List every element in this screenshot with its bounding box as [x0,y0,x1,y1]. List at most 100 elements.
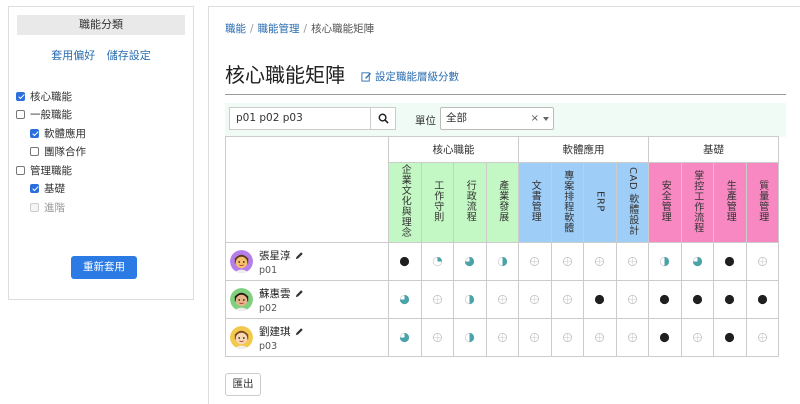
competency-column-header[interactable]: 行政流程 [453,162,487,243]
edit-level-score-link[interactable]: 設定職能層級分數 [361,69,459,84]
competency-column-header[interactable]: 掌控工作流程 [680,162,714,243]
matrix-cell[interactable] [713,318,747,357]
matrix-cell[interactable] [518,280,552,319]
matrix-cell[interactable] [648,318,682,357]
pencil-icon[interactable] [295,327,304,336]
matrix-cell[interactable] [583,280,617,319]
matrix-cell[interactable] [485,280,519,319]
matrix-cell[interactable] [518,318,552,357]
tree-item[interactable]: 基礎 [16,180,86,199]
competency-matrix: 核心職能 軟體應用 基礎 企業文化與理念 工作守則 行政流程 產業發展 文書管理 專案排程軟體 E… [225,136,779,357]
tree-item[interactable]: 軟體應用 [16,124,86,143]
level-icon [465,256,475,267]
tree-item-label: 核心職能 [30,90,72,103]
matrix-cell[interactable] [388,242,422,281]
matrix-cell[interactable] [745,318,779,357]
competency-column-header[interactable]: 企業文化與理念 [388,162,422,243]
matrix-cell[interactable] [583,242,617,281]
tree-item[interactable]: 核心職能 [16,87,86,106]
level-icon [562,256,572,267]
competency-column-header[interactable]: 安全管理 [648,162,682,243]
breadcrumb-item-current: 核心職能矩陣 [311,23,375,35]
breadcrumb-item-competency[interactable]: 職能 [225,23,246,35]
pencil-icon[interactable] [295,251,304,260]
level-icon [497,332,507,343]
search-button[interactable] [370,107,396,130]
matrix-cell[interactable] [713,242,747,281]
level-icon [660,256,670,267]
level-icon [692,256,702,267]
breadcrumb-item-management[interactable]: 職能管理 [258,23,300,35]
tree-checkbox[interactable] [16,110,25,120]
matrix-cell[interactable] [583,318,617,357]
matrix-cell[interactable] [648,280,682,319]
matrix-cell[interactable] [420,280,454,319]
matrix-cell[interactable] [453,242,487,281]
competency-column-header[interactable]: 文書管理 [518,162,552,243]
matrix-cell[interactable] [680,242,714,281]
tree-item-label: 團隊合作 [44,146,86,159]
tree-checkbox[interactable] [30,128,39,138]
unit-select[interactable]: 全部 × [440,107,554,130]
competency-column-label: 企業文化與理念 [399,164,411,238]
competency-column-header[interactable]: 生產管理 [713,162,747,243]
competency-column-label: 專案排程軟體 [561,169,573,233]
matrix-cell[interactable] [518,242,552,281]
unit-label: 單位 [415,115,436,127]
matrix-cell[interactable] [615,318,649,357]
search-input[interactable]: p01 p02 p03 [229,107,370,130]
matrix-cell[interactable] [550,280,584,319]
chevron-down-icon[interactable] [543,117,549,121]
matrix-cell[interactable] [453,280,487,319]
tree-item[interactable]: 進階 [16,198,86,217]
tree-item[interactable]: 一般職能 [16,106,86,125]
edit-icon [361,72,372,82]
competency-column-header[interactable]: CAD 軟體設計 [615,162,649,243]
matrix-cell[interactable] [550,242,584,281]
save-settings-link[interactable]: 儲存設定 [107,49,151,62]
table-row: 劉建琪 p03 [225,318,779,357]
level-icon [595,294,605,305]
matrix-cell[interactable] [485,242,519,281]
matrix-cell[interactable] [485,318,519,357]
level-icon [660,332,670,343]
competency-column-label: 質量管理 [756,180,768,222]
tree-checkbox[interactable] [30,184,39,194]
search-icon [378,113,389,124]
tree-checkbox[interactable] [16,91,25,101]
matrix-cell[interactable] [420,318,454,357]
matrix-cell[interactable] [615,280,649,319]
category-tree: 核心職能一般職能 軟體應用團隊合作管理職能 基礎 進階 [16,87,86,217]
level-icon [757,256,767,267]
competency-column-header[interactable]: ERP [583,162,617,243]
pencil-icon[interactable] [295,289,304,298]
matrix-cell[interactable] [388,318,422,357]
tree-checkbox[interactable] [16,165,25,175]
clear-icon[interactable]: × [531,108,539,129]
export-button[interactable]: 匯出 [225,373,261,396]
competency-column-header[interactable]: 工作守則 [420,162,454,243]
competency-column-label: 掌控工作流程 [691,169,703,233]
matrix-cell[interactable] [713,280,747,319]
matrix-cell[interactable] [420,242,454,281]
matrix-cell[interactable] [648,242,682,281]
tree-item[interactable]: 管理職能 [16,161,86,180]
matrix-cell[interactable] [745,280,779,319]
reapply-button[interactable]: 重新套用 [71,256,137,279]
matrix-cell[interactable] [388,280,422,319]
level-icon [432,332,442,343]
matrix-cell[interactable] [453,318,487,357]
person-cell: 張星淳 p01 [225,242,389,281]
competency-column-header[interactable]: 專案排程軟體 [550,162,584,243]
apply-preference-link[interactable]: 套用偏好 [51,49,95,62]
level-icon [692,294,702,305]
tree-checkbox[interactable] [30,147,39,157]
competency-column-header[interactable]: 產業發展 [485,162,519,243]
competency-column-header[interactable]: 質量管理 [745,162,779,243]
matrix-cell[interactable] [680,280,714,319]
matrix-cell[interactable] [615,242,649,281]
matrix-cell[interactable] [745,242,779,281]
tree-item[interactable]: 團隊合作 [16,143,86,162]
matrix-cell[interactable] [680,318,714,357]
matrix-cell[interactable] [550,318,584,357]
